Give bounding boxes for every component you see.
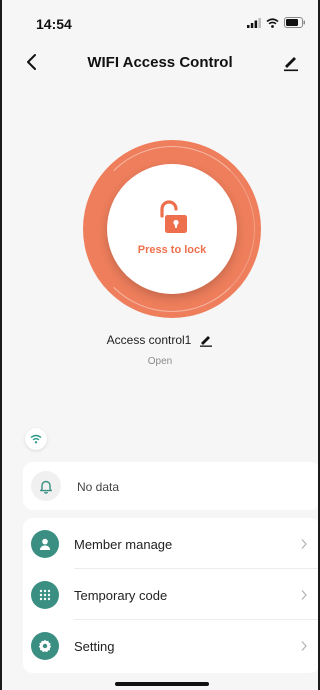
status-icons bbox=[247, 17, 306, 28]
lock-label: Press to lock bbox=[137, 244, 207, 256]
status-bar: 14:54 bbox=[2, 0, 318, 46]
menu-item-setting[interactable]: Setting bbox=[23, 621, 318, 671]
chevron-right-icon bbox=[301, 590, 307, 600]
signal-icon bbox=[247, 17, 261, 28]
gear-icon bbox=[31, 632, 59, 660]
menu-label: Temporary code bbox=[74, 588, 168, 603]
menu-item-member-manage[interactable]: Member manage bbox=[23, 519, 318, 569]
device-name: Access control1 bbox=[106, 333, 192, 347]
navigation-bar: WIFI Access Control bbox=[2, 46, 318, 80]
press-to-lock-button[interactable]: Press to lock bbox=[107, 164, 237, 294]
chevron-right-icon bbox=[301, 641, 307, 651]
status-time: 14:54 bbox=[36, 16, 72, 32]
wifi-status-icon bbox=[266, 17, 279, 28]
menu-item-temporary-code[interactable]: Temporary code bbox=[23, 570, 318, 620]
lock-ring: Press to lock bbox=[83, 140, 261, 318]
divider bbox=[74, 619, 318, 620]
device-name-row: Access control1 bbox=[2, 333, 318, 347]
wifi-icon bbox=[30, 434, 42, 444]
home-indicator[interactable] bbox=[115, 682, 209, 686]
alerts-card[interactable]: No data bbox=[23, 462, 318, 510]
device-status: Open bbox=[147, 356, 173, 367]
edit-device-name-icon[interactable] bbox=[199, 333, 213, 347]
bell-icon bbox=[40, 480, 52, 494]
wifi-connection-badge bbox=[25, 428, 47, 450]
battery-icon bbox=[284, 17, 305, 28]
alerts-empty-text: No data bbox=[77, 480, 120, 494]
menu-card: Member manage Temporary code Setting bbox=[23, 518, 318, 673]
divider bbox=[74, 568, 318, 569]
unlocked-padlock-icon bbox=[160, 200, 187, 233]
keypad-icon bbox=[31, 581, 59, 609]
alert-bell-container bbox=[31, 471, 61, 501]
chevron-right-icon bbox=[301, 539, 307, 549]
pencil-icon[interactable] bbox=[282, 52, 300, 72]
person-icon bbox=[31, 530, 59, 558]
menu-label: Setting bbox=[74, 639, 115, 654]
page-title: WIFI Access Control bbox=[87, 54, 233, 71]
app-screen: 14:54 WIFI Access Control Press to lock … bbox=[0, 0, 320, 690]
menu-label: Member manage bbox=[74, 537, 173, 552]
